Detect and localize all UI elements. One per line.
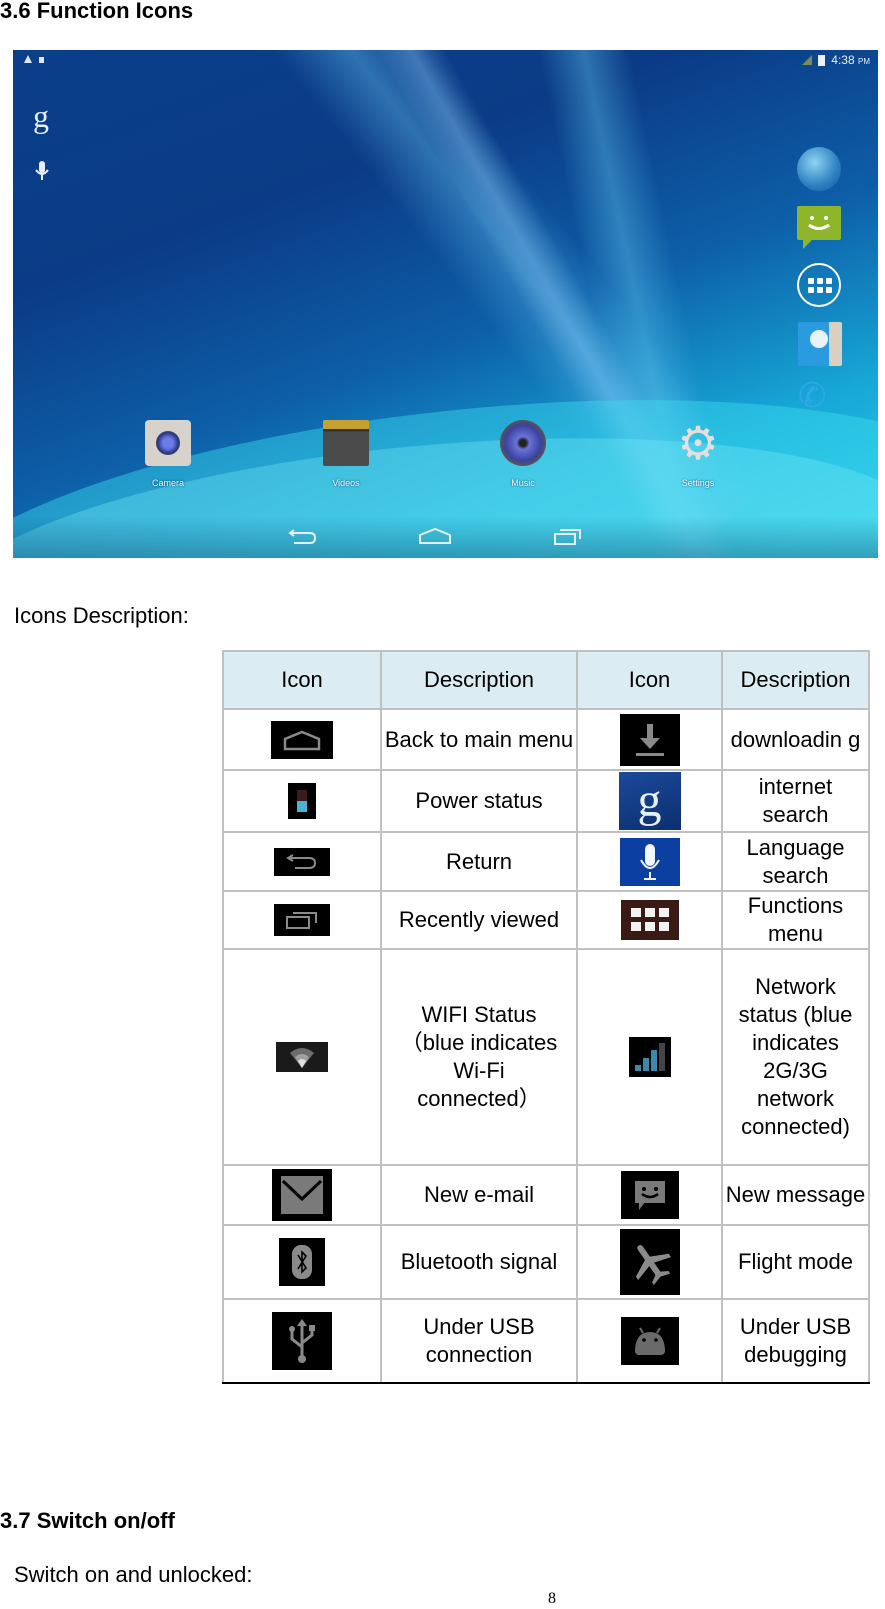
usb-icon	[272, 1312, 332, 1370]
description-cell: Bluetooth signal	[380, 1224, 578, 1300]
description-cell: New e-mail	[380, 1164, 578, 1226]
settings-icon: ⚙	[677, 417, 719, 469]
table-header-row: Icon Description Icon Description	[222, 650, 870, 710]
camera-icon	[145, 420, 191, 466]
wifi-icon	[276, 1042, 328, 1073]
bluetooth-icon	[279, 1238, 325, 1286]
description-cell: Return	[380, 831, 578, 892]
google-search-icon: g	[618, 772, 681, 830]
description-cell: New message	[721, 1164, 870, 1226]
download-icon	[619, 713, 680, 766]
description-cell: Power status	[380, 769, 578, 833]
dock-app-music[interactable]: Music	[488, 420, 558, 488]
music-icon	[500, 420, 546, 466]
contacts-icon[interactable]	[798, 322, 842, 366]
back-icon	[274, 848, 330, 877]
header-description: Description	[380, 650, 578, 710]
description-cell: Under USB connection	[380, 1298, 578, 1384]
recents-icon	[554, 529, 581, 545]
home-button[interactable]	[418, 527, 452, 550]
voice-search-icon[interactable]	[34, 160, 50, 187]
phone-icon[interactable]: ✆	[798, 376, 827, 416]
description-cell: Back to main menu	[380, 708, 578, 771]
messaging-icon[interactable]	[797, 206, 841, 249]
description-cell: internet search	[721, 769, 870, 833]
back-icon	[288, 529, 317, 544]
back-button[interactable]	[288, 527, 318, 550]
clock: 4:38 PM	[831, 53, 870, 67]
videos-icon	[323, 420, 369, 466]
browser-icon[interactable]	[797, 147, 841, 191]
icons-description-label: Icons Description:	[14, 603, 189, 628]
description-cell: Language search	[721, 831, 870, 892]
switch-on-text: Switch on and unlocked:	[14, 1562, 253, 1587]
description-cell: Flight mode	[721, 1224, 870, 1300]
dock-app-videos[interactable]: Videos	[311, 420, 381, 488]
home-icon	[271, 720, 333, 759]
recents-button[interactable]	[553, 527, 583, 550]
table-row: Recently viewed Functions menu	[222, 890, 870, 950]
table-row: New e-mail New message	[222, 1164, 870, 1226]
signal-status-icon	[802, 55, 813, 65]
signal-icon	[628, 1037, 671, 1077]
airplane-icon	[619, 1229, 680, 1295]
description-cell: Under USB debugging	[721, 1298, 870, 1384]
google-search-icon[interactable]: g	[33, 98, 49, 135]
description-cell: Network status (blue indicates 2G/3G net…	[721, 948, 870, 1166]
table-row: WIFI Status（blue indicates Wi-Fi connect…	[222, 948, 870, 1166]
icon-description-table: Icon Description Icon Description Back t…	[222, 650, 870, 1384]
table-row: Return Language search	[222, 831, 870, 892]
email-icon	[272, 1169, 332, 1221]
header-icon: Icon	[222, 650, 382, 710]
battery-icon	[288, 783, 316, 819]
section-heading-function-icons: 3.6 Function Icons	[0, 0, 194, 23]
status-bar-right: 4:38 PM	[802, 53, 870, 67]
battery-status-icon	[818, 55, 826, 66]
tablet-home-screenshot: 4:38 PM g ✆ Camera Videos Music ⚙ Settin…	[13, 50, 878, 558]
table-row: Bluetooth signal Flight mode	[222, 1224, 870, 1300]
header-icon: Icon	[576, 650, 723, 710]
status-bar-left	[23, 53, 53, 67]
table-row: Back to main menu downloadin g	[222, 708, 870, 771]
warning-icon	[24, 55, 44, 63]
section-heading-switch-on-off: 3.7 Switch on/off	[0, 1508, 175, 1533]
table-row: Power status g internet search	[222, 769, 870, 833]
microphone-icon	[619, 837, 680, 886]
description-cell: Functions menu	[721, 890, 870, 950]
description-cell: WIFI Status（blue indicates Wi-Fi connect…	[380, 948, 578, 1166]
table-row: Under USB connection Under USB debugging	[222, 1298, 870, 1384]
description-cell: Recently viewed	[380, 890, 578, 950]
description-cell: downloadin g	[721, 708, 870, 771]
all-apps-icon[interactable]	[797, 263, 841, 307]
apps-grid-icon	[620, 900, 679, 940]
page-number: 8	[548, 1590, 556, 1607]
android-debug-icon	[620, 1317, 679, 1365]
recents-icon	[274, 904, 330, 936]
home-icon	[419, 527, 451, 544]
message-icon	[620, 1171, 679, 1219]
dock-app-camera[interactable]: Camera	[133, 420, 203, 488]
dock-app-settings[interactable]: ⚙ Settings	[663, 420, 733, 488]
header-description: Description	[721, 650, 870, 710]
